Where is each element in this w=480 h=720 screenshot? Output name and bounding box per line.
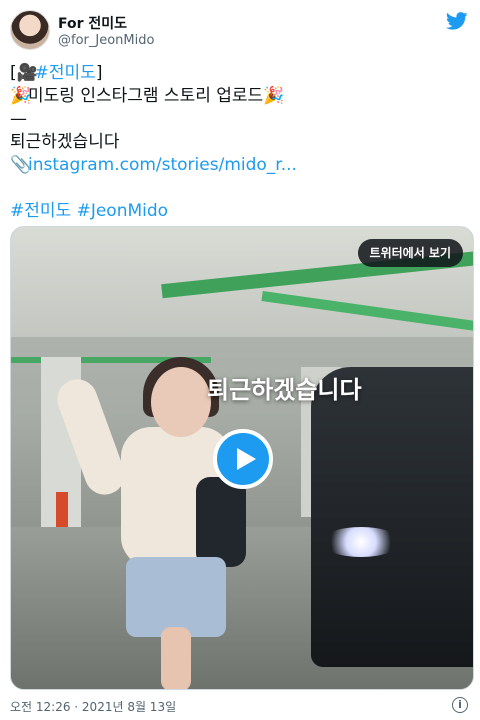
video-background bbox=[321, 527, 401, 557]
bracket-open: [ bbox=[10, 63, 17, 83]
info-icon[interactable]: i bbox=[452, 697, 468, 713]
video-person bbox=[196, 477, 246, 567]
movie-camera-icon: 🎥 bbox=[16, 63, 38, 83]
party-popper-icon: 🎉 bbox=[263, 86, 285, 106]
tweet-link-line: 📎instagram.com/stories/mido_r... bbox=[10, 154, 470, 177]
video-background bbox=[56, 492, 68, 527]
tweet-header: For 전미도 @for_JeonMido bbox=[0, 0, 480, 60]
video-caption: 퇴근하겠습니다 bbox=[207, 376, 362, 404]
tweet-line-3: — bbox=[10, 109, 27, 129]
tweet-line-2: 🎉미도링 인스타그램 스토리 업로드🎉 bbox=[10, 85, 470, 108]
instagram-link[interactable]: instagram.com/stories/mido_r... bbox=[28, 155, 297, 175]
author-handle[interactable]: @for_JeonMido bbox=[58, 33, 154, 48]
bracket-close: ] bbox=[95, 63, 103, 83]
play-button[interactable] bbox=[213, 429, 273, 489]
hashtag-link[interactable]: #전미도 bbox=[35, 63, 96, 83]
tweet-timestamp[interactable]: 오전 12:26 · 2021년 8월 13일 bbox=[10, 698, 176, 715]
twitter-bird-icon[interactable] bbox=[446, 12, 468, 30]
view-on-twitter-button[interactable]: 트위터에서 보기 bbox=[357, 239, 463, 267]
author-name[interactable]: For 전미도 bbox=[58, 13, 127, 33]
tweet-line-2-text: 미도링 인스타그램 스토리 업로드 bbox=[28, 86, 264, 106]
paperclip-icon: 📎 bbox=[10, 155, 32, 175]
tweet-line-1: [🎥#전미도] bbox=[10, 62, 470, 85]
party-popper-icon: 🎉 bbox=[10, 86, 32, 106]
avatar[interactable] bbox=[10, 10, 50, 50]
hashtag-link[interactable]: #전미도 bbox=[10, 201, 71, 221]
video-background bbox=[311, 367, 473, 667]
video-person bbox=[126, 557, 226, 637]
tweet-text: [🎥#전미도] 🎉미도링 인스타그램 스토리 업로드🎉 — 퇴근하겠습니다 📎i… bbox=[10, 62, 470, 223]
tweet-hashtags: #전미도 #JeonMido bbox=[10, 200, 470, 223]
video-person bbox=[161, 627, 191, 689]
tweet-line-4: 퇴근하겠습니다 bbox=[10, 132, 120, 152]
play-icon bbox=[237, 448, 256, 470]
video-person bbox=[151, 367, 211, 437]
video-player[interactable]: 퇴근하겠습니다 트위터에서 보기 bbox=[10, 226, 474, 690]
hashtag-link[interactable]: #JeonMido bbox=[77, 201, 168, 221]
